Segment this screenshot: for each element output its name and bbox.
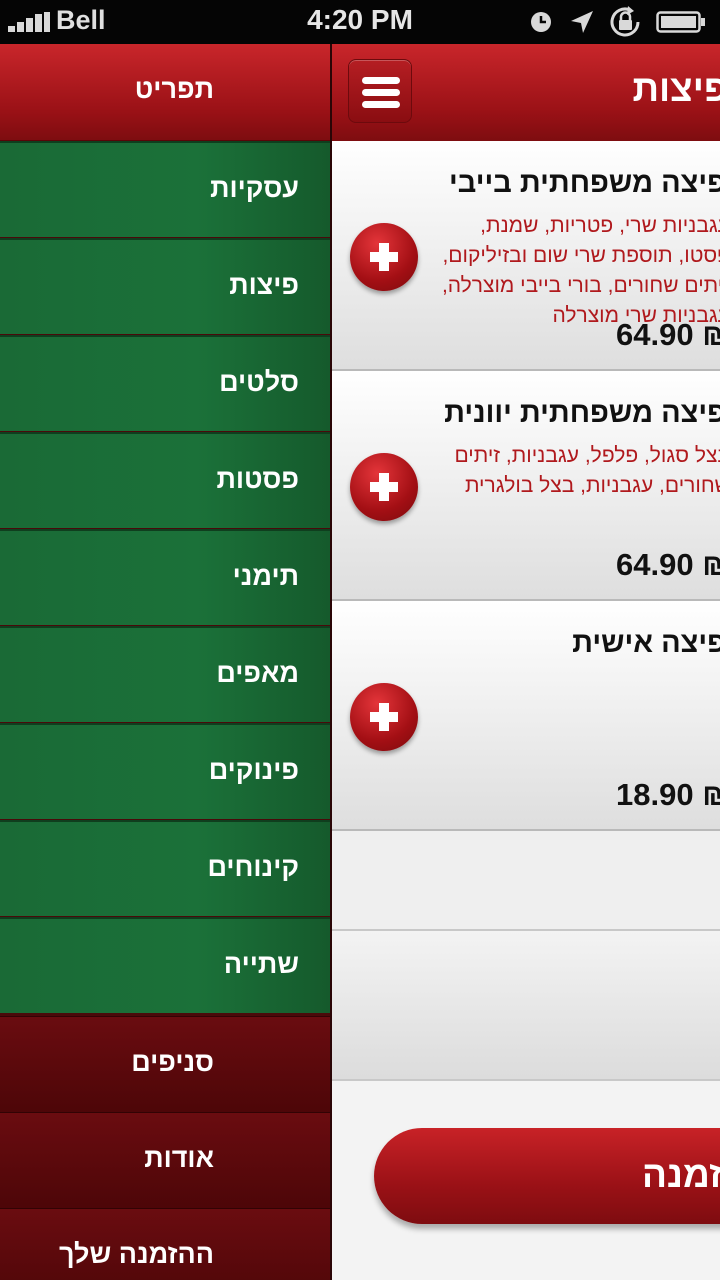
menu-item-salads[interactable]: סלטים [0,335,330,431]
menu-item-desserts[interactable]: קינוחים [0,820,330,916]
product-price: 18.90 ₪ [616,777,720,812]
product-row[interactable]: פיצה משפחתית בייבי עגבניות שרי, פטריות, … [332,141,720,371]
menu-item-label: אודות [144,1143,214,1173]
side-menu-drawer: תפריט עסקיות פיצות סלטים פסטות תימני מאפ… [0,44,330,1280]
battery-icon [656,11,705,33]
menu-item-label: סניפים [131,1047,214,1077]
plus-icon [370,703,398,731]
menu-item-pastries[interactable]: מאפים [0,626,330,722]
menu-item-about[interactable]: אודות [0,1112,330,1208]
plus-icon [370,473,398,501]
menu-item-label: סלטים [219,367,299,397]
product-price: 64.90 ₪ [616,317,720,352]
menu-item-drinks[interactable]: שתייה [0,917,330,1013]
menu-item-label: פסטות [216,464,299,494]
menu-item-label: פיצות [229,270,299,300]
add-to-cart-button[interactable] [350,683,418,751]
menu-item-label: ההזמנה שלך [59,1239,214,1269]
menu-item-label: תימני [232,561,299,591]
product-name: פיצה אישית [572,627,720,659]
order-button-label: ההזמנה [642,1154,720,1195]
menu-item-label: פינוקים [208,755,299,785]
product-description: עגבניות שרי, פטריות, שמנת, פסטו, תוספת ש… [441,214,720,327]
status-bar: Bell 4:20 PM [0,0,720,44]
product-price: 64.90 ₪ [616,547,720,582]
order-button[interactable]: ההזמנה [374,1128,720,1224]
menu-item-label: עסקיות [210,173,299,203]
panel-header: פיצות [332,44,720,141]
empty-row [332,831,720,931]
menu-item-branches[interactable]: סניפים [0,1016,330,1112]
product-row[interactable]: פיצה משפחתית יוונית בצל סגול, פלפל, עגבנ… [332,371,720,601]
drawer-title: תפריט [134,74,214,104]
menu-item-label: שתייה [223,949,299,979]
menu-item-label: מאפים [216,658,299,688]
page-title: פיצות [632,68,720,109]
menu-item-treats[interactable]: פינוקים [0,723,330,819]
content-panel: פיצות פיצה משפחתית בייבי עגבניות שרי, פט… [330,44,720,1280]
add-to-cart-button[interactable] [350,453,418,521]
menu-item-business[interactable]: עסקיות [0,141,330,237]
drawer-header: תפריט [0,44,330,141]
menu-item-pizzas[interactable]: פיצות [0,238,330,334]
menu-item-your-order[interactable]: ההזמנה שלך [0,1208,330,1280]
product-name: פיצה משפחתית בייבי [449,167,720,199]
product-description: בצל סגול, פלפל, עגבניות, זיתים שחורים, ע… [454,444,720,497]
rotation-lock-icon [610,6,640,37]
hamburger-menu-button[interactable] [348,59,412,123]
menu-item-yemeni[interactable]: תימני [0,529,330,625]
add-to-cart-button[interactable] [350,223,418,291]
empty-row [332,931,720,1081]
product-name: פיצה משפחתית יוונית [444,397,720,429]
menu-item-label: קינוחים [207,852,299,882]
plus-icon [370,243,398,271]
alarm-icon [531,12,551,32]
product-row[interactable]: פיצה אישית 18.90 ₪ [332,601,720,831]
location-arrow-icon [571,11,593,33]
menu-item-pastas[interactable]: פסטות [0,432,330,528]
